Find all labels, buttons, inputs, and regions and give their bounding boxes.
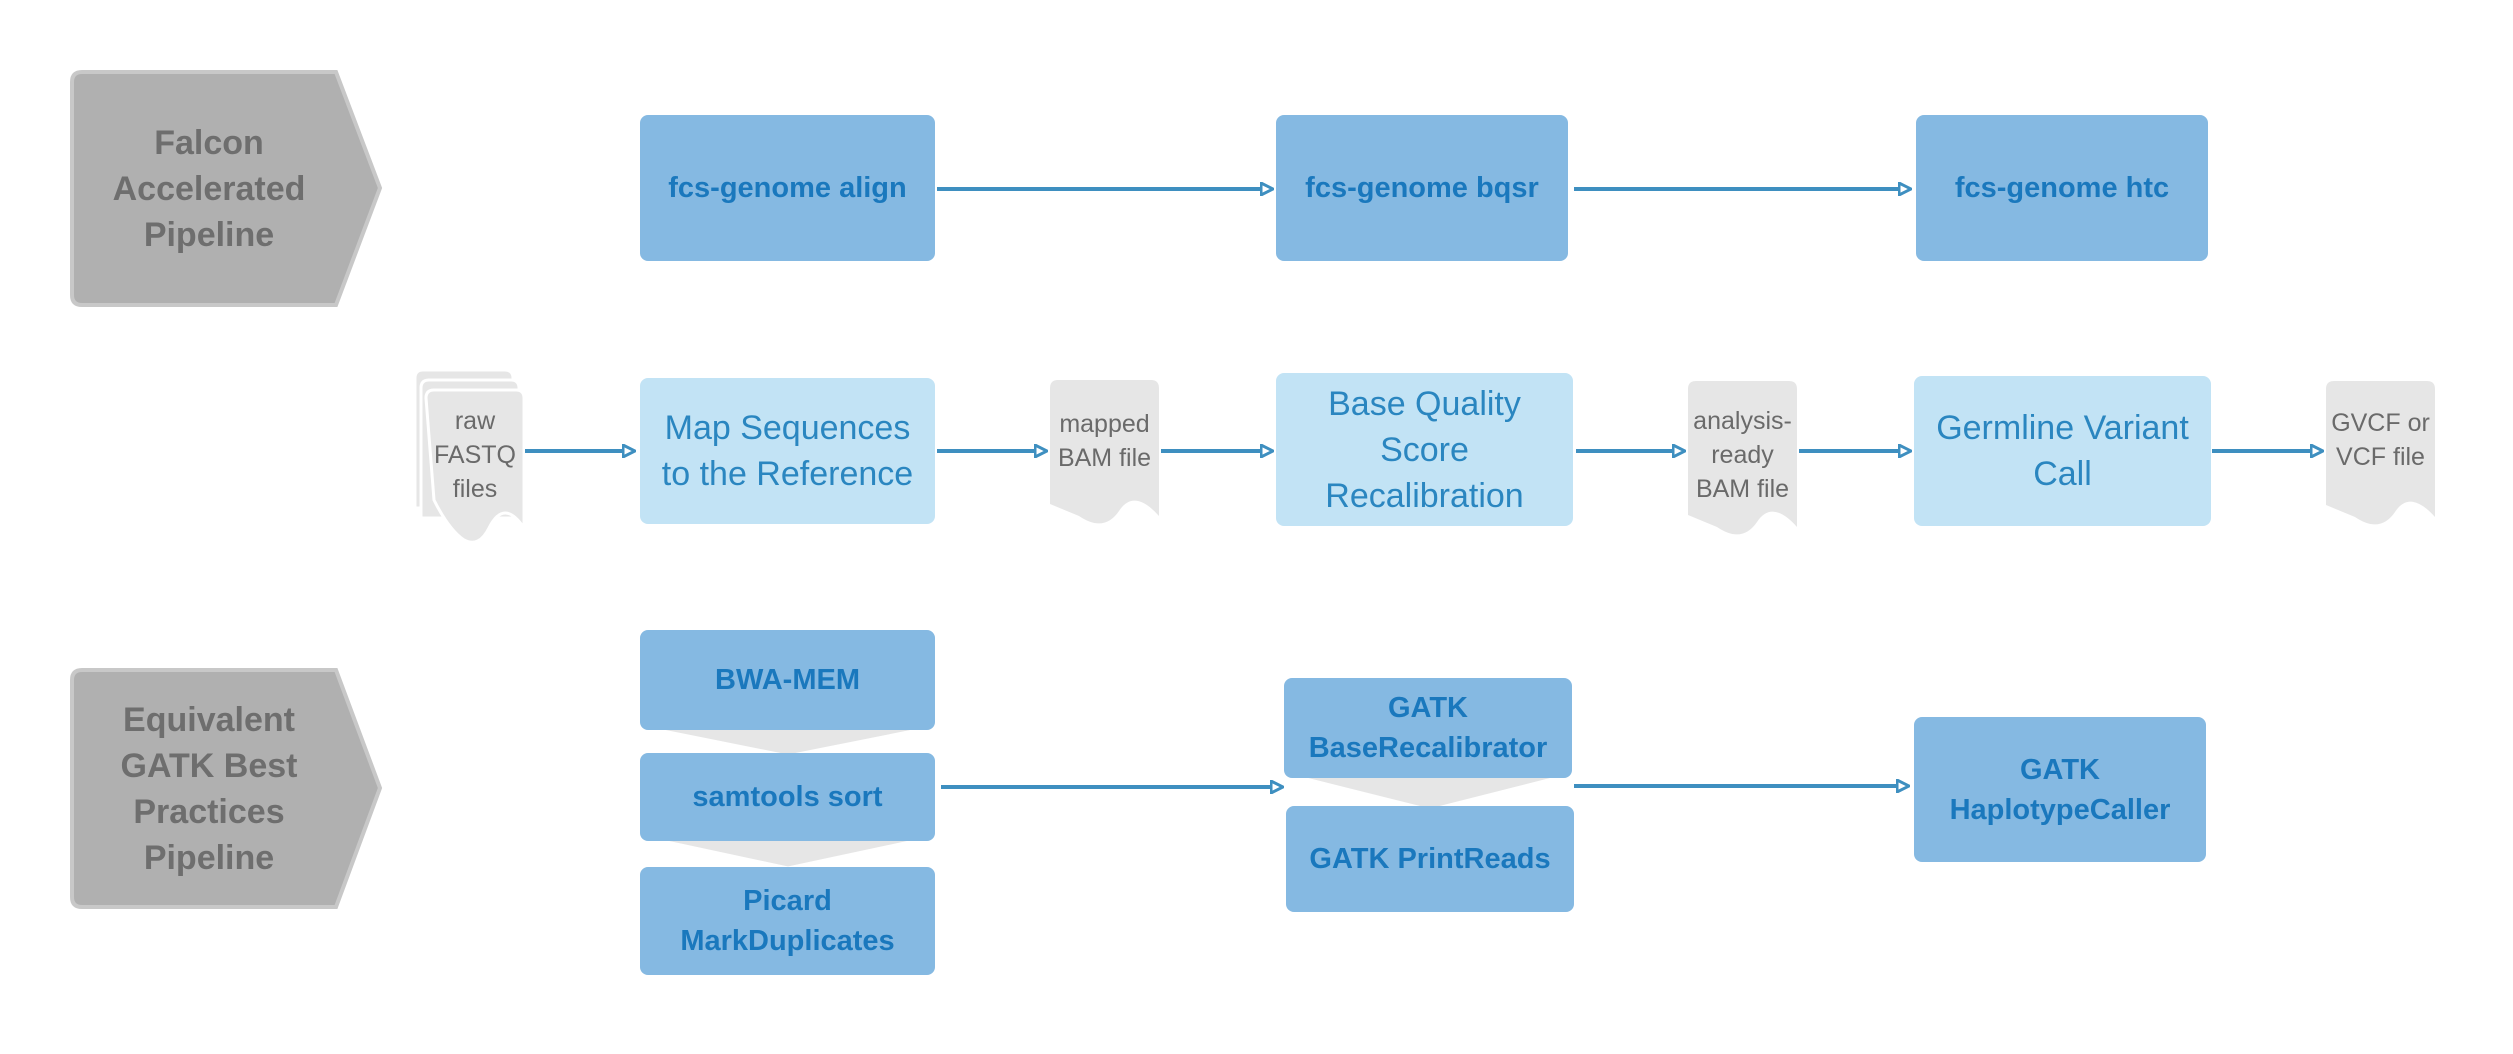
map-sequences-stage: Map Sequences to the Reference <box>640 378 935 524</box>
raw-fastq-label: raw FASTQ files <box>434 407 516 503</box>
variant-call-stage: Germline Variant Call <box>1914 376 2211 526</box>
gatk-printreads-box: GATK PrintReads <box>1286 806 1574 912</box>
fcs-genome-bqsr-box: fcs-genome bqsr <box>1276 115 1568 261</box>
mapped-bam-label: mapped BAM file <box>1057 410 1152 472</box>
gatk-baserecalibrator-box: GATK BaseRecalibrator <box>1284 678 1572 778</box>
analysis-ready-bam-label: analysis-ready BAM file <box>1693 407 1792 503</box>
merge-chevron-icon <box>1289 773 1569 812</box>
bqsr-stage: Base Quality Score Recalibration <box>1276 373 1573 526</box>
falcon-lane-label: Falcon Accelerated Pipeline <box>112 123 306 254</box>
fcs-genome-align-box: fcs-genome align <box>640 115 935 261</box>
merge-chevron-icon <box>647 726 929 758</box>
picard-markduplicates-box: Picard MarkDuplicates <box>640 867 935 975</box>
bwa-mem-box: BWA-MEM <box>640 630 935 730</box>
gatk-lane-label: Equivalent GATK Best Practices Pipeline <box>120 700 298 877</box>
gatk-haplotypecaller-box: GATK HaplotypeCaller <box>1914 717 2206 862</box>
merge-chevron-icon <box>647 836 929 870</box>
gvcf-label: GVCF or VCF file <box>2331 409 2430 471</box>
fcs-genome-htc-box: fcs-genome htc <box>1916 115 2208 261</box>
samtools-sort-box: samtools sort <box>640 753 935 841</box>
